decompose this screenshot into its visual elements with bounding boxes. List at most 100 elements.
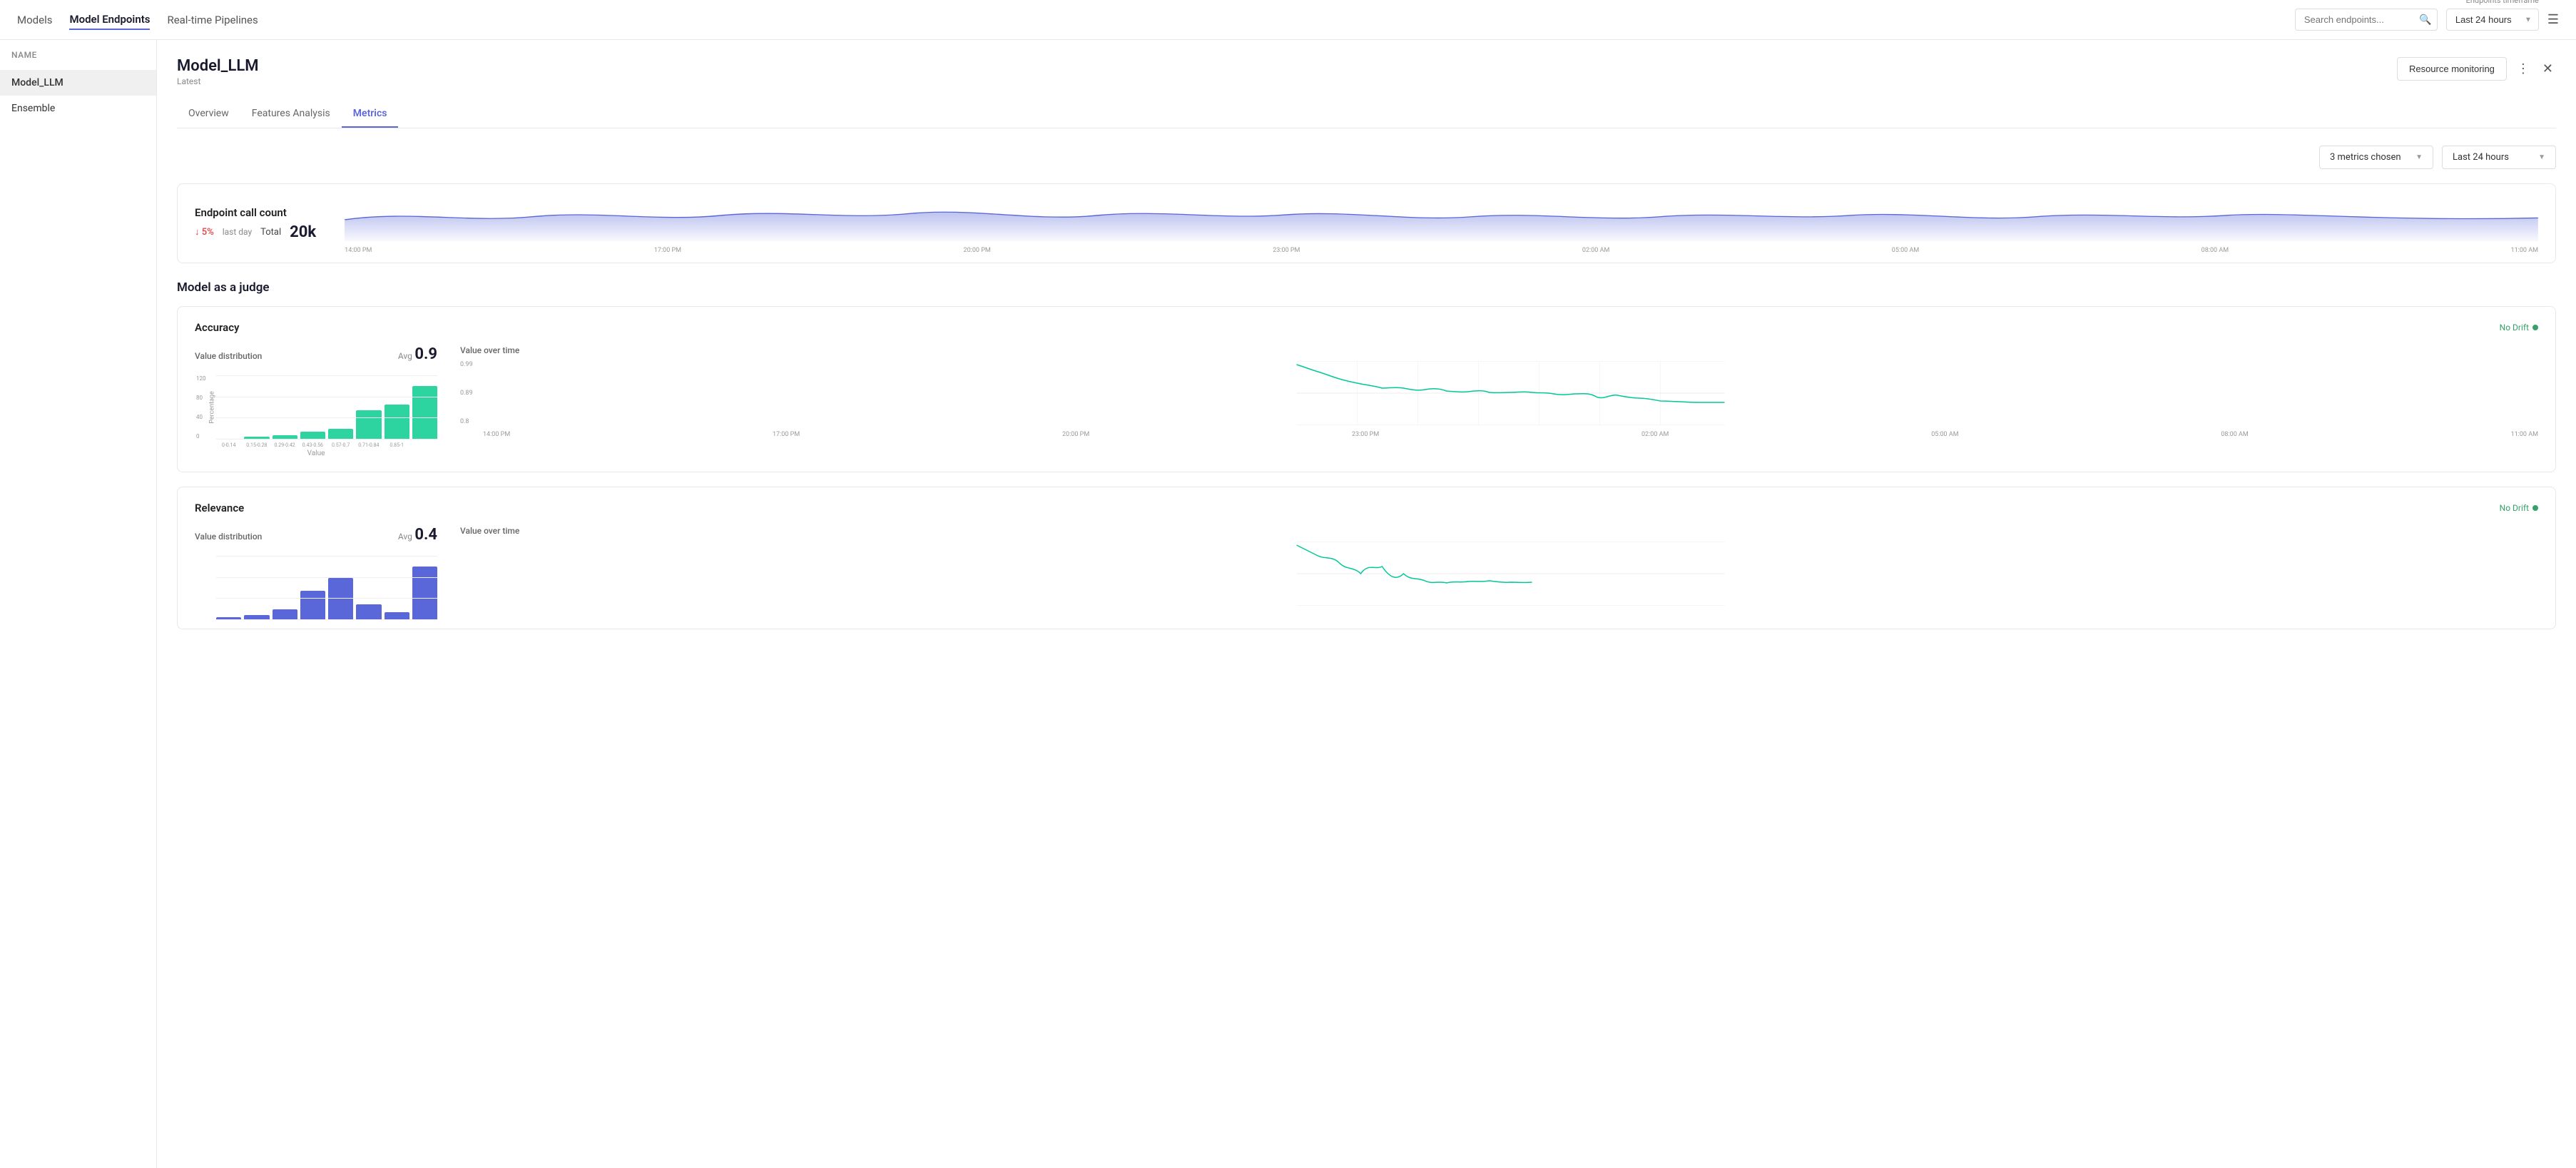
call-count-stats: ↓ 5% last day Total 20k (195, 223, 316, 241)
avg-value: 0.4 (414, 526, 437, 544)
x-label: 0.85-1 (385, 442, 409, 448)
accuracy-value-over-time: Value over time 0.99 0.89 0.8 (460, 345, 2538, 457)
relevance-line-chart (483, 542, 2538, 606)
relevance-header: Relevance No Drift (195, 502, 2538, 514)
metrics-timeframe-label: Last 24 hours (2453, 152, 2509, 163)
model-title: Model_LLM (177, 57, 259, 75)
time-label: 05:00 AM (1892, 247, 1919, 254)
call-count-area-chart (345, 198, 2538, 241)
value-over-time-label: Value over time (460, 345, 2538, 355)
accuracy-card: Accuracy No Drift Value distribution Avg… (177, 306, 2556, 472)
chevron-down-icon: ▼ (2538, 153, 2545, 161)
relevance-drift: No Drift (2500, 503, 2538, 513)
search-icon: 🔍 (2419, 14, 2431, 26)
relevance-drift-text: No Drift (2500, 503, 2529, 513)
y-tick: 40 (196, 414, 206, 420)
content: Model_LLM Latest Resource monitoring ⋮ ✕… (157, 40, 2576, 1168)
nav-models[interactable]: Models (17, 11, 52, 29)
resource-monitoring-button[interactable]: Resource monitoring (2397, 57, 2507, 81)
relevance-value-over-time: Value over time (460, 526, 2538, 620)
no-drift-dot (2532, 505, 2538, 511)
filter-icon[interactable]: ☰ (2547, 12, 2559, 27)
y-axis-title: Percentage (209, 391, 216, 423)
time-label: 11:00 AM (2511, 431, 2538, 438)
distribution-label: Value distribution (195, 351, 262, 361)
no-drift-dot (2532, 325, 2538, 330)
search-input[interactable] (2295, 9, 2438, 31)
time-label: 14:00 PM (483, 431, 510, 438)
tab-metrics[interactable]: Metrics (342, 101, 399, 128)
tabs: Overview Features Analysis Metrics (177, 101, 2556, 128)
x-labels: 0-0.14 0.15-0.28 0.29-0.42 0.43-0.56 0.5… (195, 442, 437, 448)
model-header: Model_LLM Latest Resource monitoring ⋮ ✕ (177, 57, 2556, 86)
sidebar: Name Model_LLM Ensemble (0, 40, 157, 1168)
timeframe-wrapper: Endpoints timeframe Last 24 hours Last 7… (2446, 9, 2539, 31)
y-tick: 120 (196, 375, 206, 382)
x-label: 0.43-0.56 (300, 442, 325, 448)
time-label: 20:00 PM (1062, 431, 1089, 438)
call-count-title: Endpoint call count (195, 206, 316, 219)
more-options-button[interactable]: ⋮ (2514, 59, 2532, 79)
x-label: 0.71-0.84 (356, 442, 381, 448)
y-ticks: 120 80 40 0 (196, 375, 206, 440)
model-subtitle: Latest (177, 76, 259, 86)
x-label: 0-0.14 (216, 442, 241, 448)
chevron-down-icon: ▼ (2525, 16, 2532, 24)
nav-model-endpoints[interactable]: Model Endpoints (69, 10, 150, 30)
time-label: 02:00 AM (1582, 247, 1609, 254)
value-over-time-label: Value over time (460, 526, 2538, 536)
x-label: 0.57-0.7 (328, 442, 353, 448)
x-axis-title: Value (195, 450, 437, 457)
time-label: 17:00 PM (654, 247, 681, 254)
model-info: Model_LLM Latest (177, 57, 259, 86)
metrics-timeframe-dropdown[interactable]: Last 24 hours ▼ (2442, 146, 2556, 169)
time-label: 20:00 PM (964, 247, 991, 254)
top-nav: Models Model Endpoints Real-time Pipelin… (0, 0, 2576, 40)
nav-right: 🔍 Endpoints timeframe Last 24 hours Last… (2295, 9, 2559, 31)
metrics-controls: 3 metrics chosen ▼ Last 24 hours ▼ (177, 146, 2556, 169)
metrics-chosen-label: 3 metrics chosen (2330, 152, 2401, 163)
avg-label: Avg (398, 532, 412, 542)
accuracy-title: Accuracy (195, 321, 240, 334)
distribution-label: Value distribution (195, 532, 262, 542)
time-label: 23:00 PM (1273, 247, 1300, 254)
call-count-change: ↓ 5% (195, 226, 214, 238)
call-count-time-labels: 14:00 PM 17:00 PM 20:00 PM 23:00 PM 02:0… (345, 247, 2538, 254)
sidebar-item-ensemble[interactable]: Ensemble (0, 96, 156, 121)
accuracy-body: Value distribution Avg 0.9 Percentage 12… (195, 345, 2538, 457)
sidebar-item-model-llm[interactable]: Model_LLM (0, 70, 156, 96)
sidebar-header: Name (0, 40, 156, 70)
y-labels: 0.99 0.89 0.8 (460, 361, 473, 425)
y-tick: 80 (196, 395, 206, 401)
total-label: Total (260, 227, 281, 238)
y-label: 0.99 (460, 361, 473, 368)
tab-overview[interactable]: Overview (177, 101, 240, 128)
x-label: 0.29-0.42 (273, 442, 297, 448)
metrics-chosen-dropdown[interactable]: 3 metrics chosen ▼ (2319, 146, 2433, 169)
relevance-body: Value distribution Avg 0.4 (195, 526, 2538, 620)
x-label (412, 442, 437, 448)
main-layout: Name Model_LLM Ensemble Model_LLM Latest… (0, 40, 2576, 1168)
close-button[interactable]: ✕ (2540, 59, 2556, 79)
search-container: 🔍 (2295, 9, 2438, 31)
avg-label: Avg (398, 351, 412, 361)
time-label: 23:00 PM (1352, 431, 1379, 438)
y-tick: 0 (196, 433, 206, 440)
call-count-chart: 14:00 PM 17:00 PM 20:00 PM 23:00 PM 02:0… (345, 198, 2538, 248)
relevance-card: Relevance No Drift Value distribution Av… (177, 487, 2556, 629)
call-count-card: Endpoint call count ↓ 5% last day Total … (177, 183, 2556, 263)
grid-lines (216, 556, 437, 620)
chevron-down-icon: ▼ (2415, 153, 2423, 161)
time-label: 08:00 AM (2201, 247, 2229, 254)
call-count-info: Endpoint call count ↓ 5% last day Total … (195, 206, 316, 241)
call-count-change-label: last day (223, 227, 252, 237)
total-value: 20k (290, 223, 316, 241)
accuracy-drift: No Drift (2500, 323, 2538, 332)
tab-features-analysis[interactable]: Features Analysis (240, 101, 342, 128)
nav-realtime-pipelines[interactable]: Real-time Pipelines (167, 11, 258, 29)
x-label: 0.15-0.28 (244, 442, 269, 448)
accuracy-drift-text: No Drift (2500, 323, 2529, 332)
y-label: 0.89 (460, 390, 473, 397)
model-actions: Resource monitoring ⋮ ✕ (2397, 57, 2556, 81)
y-label: 0.8 (460, 418, 473, 425)
